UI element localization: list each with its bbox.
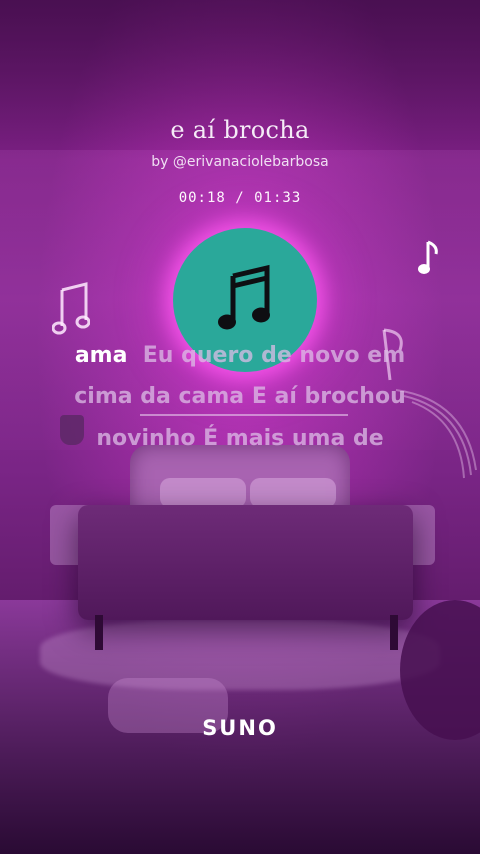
bed [78,505,413,620]
music-note-icon [51,282,91,340]
song-title: e aí brocha [170,116,310,144]
lyric-line: novinho É mais uma de [96,426,384,451]
music-note-icon [418,240,440,280]
brand-logo: SUNO [202,716,278,740]
pillow-right [250,478,336,508]
pillow-left [160,478,246,508]
lyric-divider [140,414,348,416]
lyric-sung: ama [74,343,128,368]
song-author: by @erivanaciolebarbosa [151,154,329,170]
music-note-icon [217,262,273,338]
lyric-line: ama Eu quero de novo em [0,343,480,368]
bed-leg [390,615,398,650]
bed-leg [95,615,103,650]
lyric-unsung: Eu quero de novo em [142,343,406,368]
playback-time: 00:18 / 01:33 [178,190,302,206]
lyric-line: cima da cama E aí brochou [74,384,406,409]
player-stage: e aí brocha by @erivanaciolebarbosa 00:1… [0,0,480,854]
